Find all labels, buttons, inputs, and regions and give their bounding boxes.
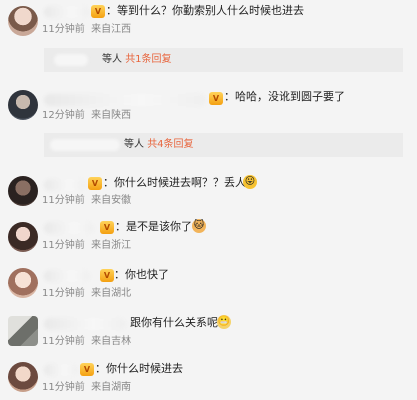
comment-item: V ：你也快了 11分钟前 来自湖北 bbox=[0, 264, 417, 306]
comment-location: 来自江西 bbox=[91, 24, 132, 35]
vip-badge-icon: V bbox=[80, 363, 94, 376]
comment-item: V ：你什么时候进去啊？？丢人 😛 11分钟前 来自安徽 bbox=[0, 170, 417, 212]
reply-count[interactable]: 共1条回复 bbox=[125, 54, 171, 65]
username-blurred[interactable] bbox=[44, 318, 126, 330]
comment-item: V ：你什么时候进去 11分钟前 来自湖南 bbox=[0, 358, 417, 400]
grin-emoji-icon: 😬 bbox=[217, 315, 231, 329]
avatar[interactable] bbox=[8, 6, 38, 36]
comment-item: 跟你有什么关系呢 😬 11分钟前 来自吉林 bbox=[0, 312, 417, 354]
vip-badge-icon: V bbox=[209, 92, 223, 105]
avatar[interactable] bbox=[8, 90, 38, 120]
reply-summary[interactable]: 等人 共1条回复 bbox=[44, 48, 403, 72]
comment-text: ：你什么时候进去啊？？丢人 bbox=[103, 176, 246, 189]
comment-meta: 12分钟前 来自陕西 bbox=[42, 110, 131, 122]
username-blurred[interactable] bbox=[44, 179, 86, 191]
username-blurred[interactable] bbox=[44, 222, 94, 234]
comment-time: 12分钟前 bbox=[42, 110, 85, 121]
comment-location: 来自湖南 bbox=[91, 382, 132, 393]
comment-text: ：你什么时候进去 bbox=[95, 362, 183, 375]
comment-meta: 11分钟前 来自吉林 bbox=[42, 336, 131, 348]
comment-meta: 11分钟前 来自安徽 bbox=[42, 195, 131, 207]
comment-location: 来自浙江 bbox=[91, 240, 132, 251]
comment-time: 11分钟前 bbox=[42, 24, 85, 35]
username-blurred[interactable] bbox=[44, 94, 206, 106]
reply-users-blurred bbox=[54, 54, 88, 66]
comment-time: 11分钟前 bbox=[42, 382, 85, 393]
username-blurred[interactable] bbox=[44, 364, 78, 376]
reply-users-blurred bbox=[50, 139, 120, 151]
comment-meta: 11分钟前 来自江西 bbox=[42, 24, 131, 36]
comment-meta: 11分钟前 来自湖北 bbox=[42, 288, 131, 300]
comment-meta: 11分钟前 来自浙江 bbox=[42, 240, 131, 252]
comment-location: 来自安徽 bbox=[91, 195, 132, 206]
comment-text: 跟你有什么关系呢 bbox=[130, 316, 218, 329]
username-blurred[interactable] bbox=[44, 270, 90, 282]
reply-summary[interactable]: 等人 共4条回复 bbox=[44, 133, 403, 157]
comment-location: 来自陕西 bbox=[91, 110, 132, 121]
avatar[interactable] bbox=[8, 222, 38, 252]
avatar[interactable] bbox=[8, 316, 38, 346]
comment-item: V ：哈哈，没讹到圆子要了 12分钟前 来自陕西 等人 共4条回复 bbox=[0, 84, 417, 162]
username-blurred[interactable] bbox=[44, 6, 90, 18]
avatar[interactable] bbox=[8, 362, 38, 392]
comment-time: 11分钟前 bbox=[42, 240, 85, 251]
vip-badge-icon: V bbox=[100, 269, 114, 282]
avatar[interactable] bbox=[8, 268, 38, 298]
comment-location: 来自湖北 bbox=[91, 288, 132, 299]
comment-time: 11分钟前 bbox=[42, 195, 85, 206]
comment-item: V ：等到什么？你勤索别人什么时候也进去 11分钟前 来自江西 等人 共1条回复 bbox=[0, 0, 417, 72]
comment-text: ：你也快了 bbox=[114, 268, 169, 281]
vip-badge-icon: V bbox=[91, 5, 105, 18]
comment-item: V ：是不是该你了 🐱 11分钟前 来自浙江 bbox=[0, 216, 417, 258]
tongue-emoji-icon: 😛 bbox=[243, 175, 257, 189]
reply-users-label: 等人 bbox=[102, 54, 122, 65]
reply-count[interactable]: 共4条回复 bbox=[147, 139, 193, 150]
comment-time: 11分钟前 bbox=[42, 336, 85, 347]
vip-badge-icon: V bbox=[88, 177, 102, 190]
comment-time: 11分钟前 bbox=[42, 288, 85, 299]
comment-text: ：是不是该你了 bbox=[115, 220, 192, 233]
vip-badge-icon: V bbox=[100, 221, 114, 234]
avatar[interactable] bbox=[8, 176, 38, 206]
comment-location: 来自吉林 bbox=[91, 336, 132, 347]
comment-text: ：等到什么？你勤索别人什么时候也进去 bbox=[106, 4, 304, 17]
cat-emoji-icon: 🐱 bbox=[192, 219, 206, 233]
comment-meta: 11分钟前 来自湖南 bbox=[42, 382, 131, 394]
reply-users-label: 等人 bbox=[124, 139, 144, 150]
comment-text: ：哈哈，没讹到圆子要了 bbox=[224, 90, 345, 103]
